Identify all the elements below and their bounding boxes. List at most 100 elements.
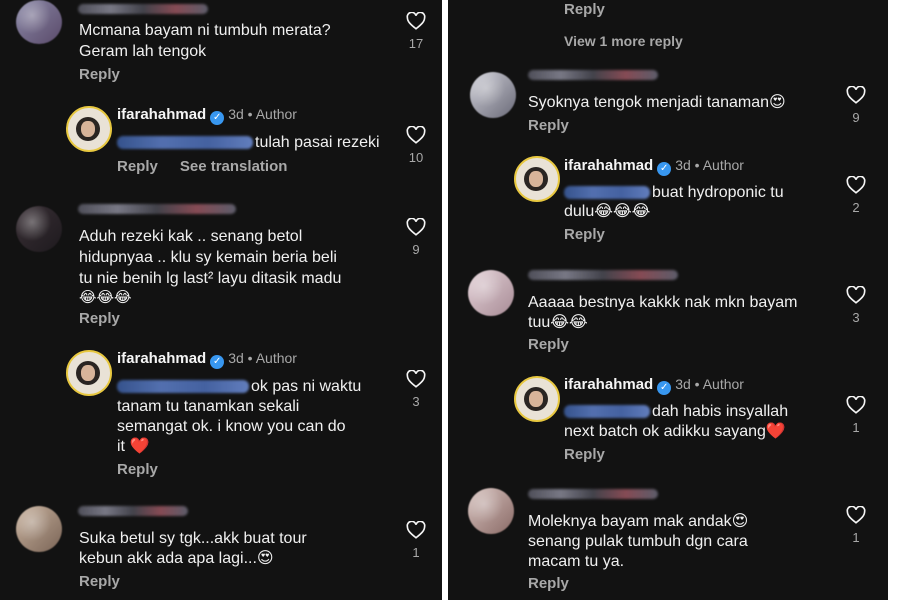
like-button[interactable]: 10 [401,126,431,165]
heart-outline-icon [406,370,426,388]
blurred-username[interactable] [78,4,208,14]
heart-outline-icon [406,12,426,30]
comment-text: Aaaaa bestnya kakkk nak mkn bayam [528,294,798,311]
reply-actions: Reply See translation [117,158,287,175]
author-username[interactable]: ifarahahmad [564,157,653,174]
see-translation-link[interactable]: See translation [180,158,288,175]
reply-text: tanam tu tanamkan sekali [117,398,300,415]
like-count: 2 [852,200,860,215]
reply-text: buat hydroponic tu [652,184,784,201]
comment-text: tu nie benih lg last² layu ditasik madu [79,270,342,287]
author-username-row[interactable]: ifarahahmad ✓ 3d • Author [564,376,744,395]
reply-text: tulah pasai rezeki [255,134,380,151]
reply-button[interactable]: Reply [528,336,569,353]
reply-text: ok pas ni waktu [251,378,362,395]
heart-outline-icon [846,506,866,524]
like-button[interactable]: 3 [841,286,871,325]
like-count: 3 [412,394,420,409]
commenter-avatar[interactable] [16,506,62,552]
like-button[interactable]: 1 [401,521,431,560]
comment-text: Geram lah tengok [79,43,207,60]
blurred-username[interactable] [78,204,236,214]
author-avatar[interactable] [514,376,560,422]
reply-button[interactable]: Reply [528,575,569,592]
like-count: 1 [412,545,420,560]
author-avatar[interactable] [66,106,112,152]
blurred-mention[interactable] [117,136,253,150]
comment-text: Syoknya tengok menjadi tanaman😍 [528,94,786,111]
blurred-username[interactable] [528,489,658,499]
like-count: 9 [412,242,420,257]
reply-button[interactable]: Reply [79,310,120,327]
author-username[interactable]: ifarahahmad [564,376,653,393]
heart-outline-icon [846,286,866,304]
reply-text: it ❤️ [117,438,150,455]
author-username[interactable]: ifarahahmad [117,350,206,367]
commenter-avatar[interactable] [468,488,514,534]
like-button[interactable]: 3 [401,370,431,409]
like-count: 10 [408,150,424,165]
view-more-replies-link[interactable]: View 1 more reply [564,33,683,49]
blurred-mention[interactable] [117,380,249,394]
verified-badge-icon: ✓ [210,355,225,369]
reply-button[interactable]: Reply [117,158,158,175]
comment-text: senang pulak tumbuh dgn cara [528,533,748,550]
reply-button[interactable]: Reply [117,461,158,478]
reply-age: 3d [228,350,244,366]
reply-button[interactable]: Reply [79,66,120,83]
verified-badge-icon: ✓ [657,381,672,395]
reply-button[interactable]: Reply [564,1,605,18]
reply-text: dulu😂😂😂 [564,203,651,220]
blurred-username[interactable] [528,70,658,80]
author-username-row[interactable]: ifarahahmad ✓ 3d • Author [117,106,297,125]
heart-outline-icon [846,86,866,104]
reply-age: 3d [228,106,244,122]
right-comments-panel: Reply View 1 more reply Syoknya tengok m… [448,0,888,600]
comment-text: tuu😂😂 [528,314,588,331]
reply-age: 3d [675,376,691,392]
commenter-avatar[interactable] [468,270,514,316]
heart-outline-icon [406,521,426,539]
like-button[interactable]: 9 [841,86,871,125]
like-button[interactable]: 9 [401,218,431,257]
commenter-avatar[interactable] [16,206,62,252]
like-button[interactable]: 1 [841,396,871,435]
author-avatar[interactable] [514,156,560,202]
comment-emoji: 😂😂😂 [79,289,132,306]
author-username-row[interactable]: ifarahahmad ✓ 3d • Author [564,157,744,176]
heart-outline-icon [406,218,426,236]
like-count: 9 [852,110,860,125]
verified-badge-icon: ✓ [657,162,672,176]
blurred-username[interactable] [528,270,678,280]
author-label: Author [255,106,297,122]
left-comments-panel: Mcmana bayam ni tumbuh merata? Geram lah… [0,0,442,600]
reply-button[interactable]: Reply [564,446,605,463]
commenter-avatar[interactable] [16,0,62,44]
like-button[interactable]: 1 [841,506,871,545]
reply-text: semangat ok. i know you can do [117,418,346,435]
reply-button[interactable]: Reply [79,573,120,590]
heart-outline-icon [846,396,866,414]
blurred-mention[interactable] [564,186,650,200]
commenter-avatar[interactable] [470,72,516,118]
author-label: Author [702,376,744,392]
like-button[interactable]: 2 [841,176,871,215]
like-count: 1 [852,530,860,545]
author-avatar[interactable] [66,350,112,396]
author-username[interactable]: ifarahahmad [117,106,206,123]
heart-outline-icon [406,126,426,144]
reply-age: 3d [675,157,691,173]
like-button[interactable]: 17 [401,12,431,51]
comment-text: hidupnyaa .. klu sy kemain beria beli [79,249,337,266]
reply-text-row: buat hydroponic tu [564,182,784,203]
blurred-mention[interactable] [564,405,650,419]
reply-button[interactable]: Reply [564,226,605,243]
reply-text-row: dah habis insyallah [564,401,788,422]
reply-button[interactable]: Reply [528,117,569,134]
blurred-username[interactable] [78,506,188,516]
reply-text-row: tulah pasai rezeki [117,132,380,153]
reply-text-row: ok pas ni waktu [117,376,361,397]
comment-text: macam tu ya. [528,553,625,570]
author-username-row[interactable]: ifarahahmad ✓ 3d • Author [117,350,297,369]
like-count: 17 [408,36,424,51]
